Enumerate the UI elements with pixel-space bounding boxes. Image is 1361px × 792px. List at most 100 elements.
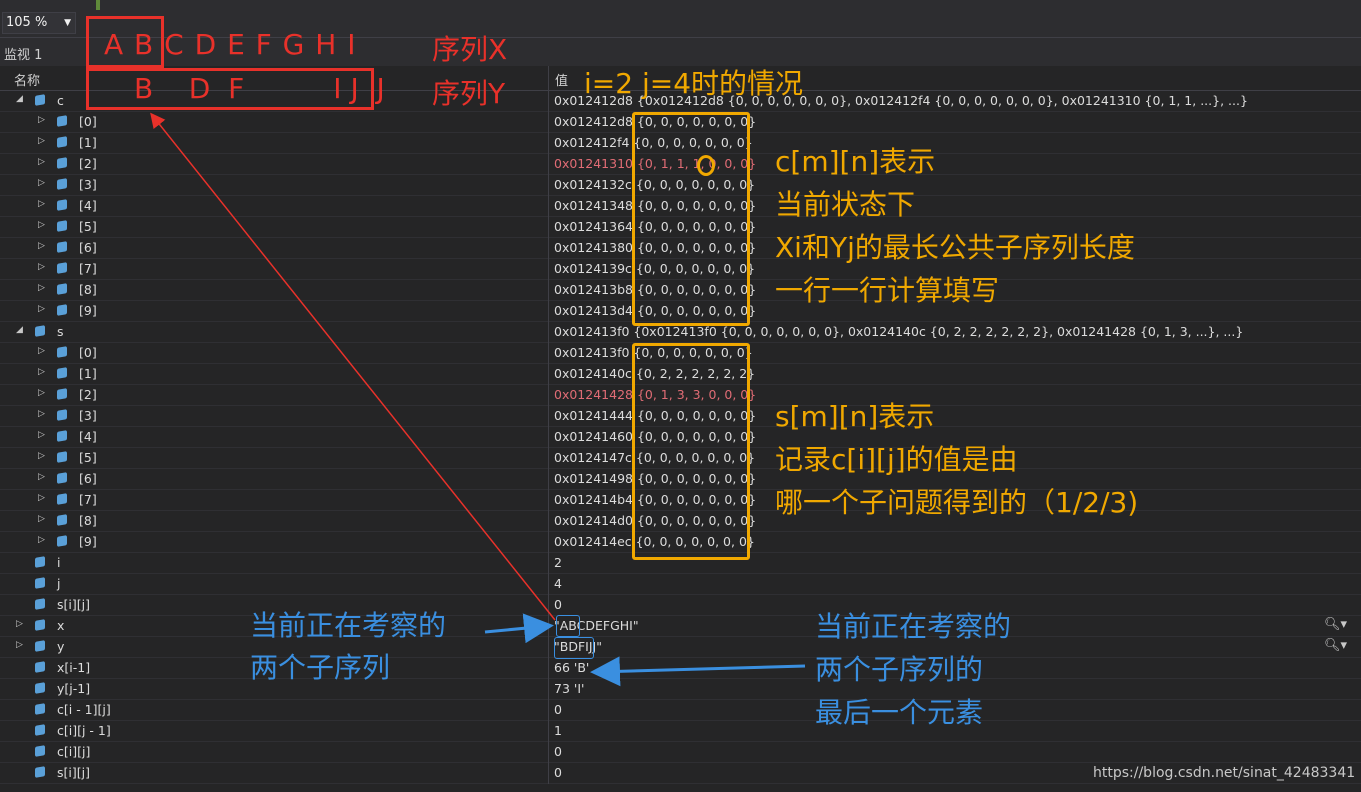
watch-row-value[interactable]: 0 xyxy=(554,597,562,612)
watch-row-name: [0] xyxy=(79,345,97,360)
collapse-icon[interactable]: ◢ xyxy=(16,325,23,335)
column-divider[interactable] xyxy=(548,66,549,90)
watch-row-name: [6] xyxy=(79,471,97,486)
current-cell-circle xyxy=(697,155,715,176)
expand-icon[interactable]: ▷ xyxy=(38,304,45,314)
row-divider xyxy=(548,763,549,784)
watch-row[interactable]: c[i - 1][j] 0 xyxy=(0,700,1361,721)
watch-row-value[interactable]: 0 xyxy=(554,702,562,717)
variable-icon xyxy=(35,598,45,610)
row-divider xyxy=(548,343,549,364)
row-divider xyxy=(548,364,549,385)
expand-icon[interactable]: ▷ xyxy=(38,220,45,230)
watch-row-name: x xyxy=(57,618,65,633)
row-divider xyxy=(548,427,549,448)
column-value-header[interactable]: 值 xyxy=(555,70,568,89)
watch-row[interactable]: s[i][j] 0 xyxy=(0,595,1361,616)
row-divider xyxy=(548,112,549,133)
row-divider xyxy=(548,175,549,196)
watch-row-value[interactable]: 1 xyxy=(554,723,562,738)
watch-row[interactable]: x[i-1] 66 'B' xyxy=(0,658,1361,679)
variable-icon xyxy=(57,535,67,547)
watch-row-name: s[i][j] xyxy=(57,765,90,780)
watch-row[interactable]: j4 xyxy=(0,574,1361,595)
row-divider xyxy=(548,385,549,406)
row-divider xyxy=(548,532,549,553)
watch-row-name: [4] xyxy=(79,429,97,444)
row-divider xyxy=(548,322,549,343)
row-divider xyxy=(548,637,549,658)
column-name-header[interactable]: 名称 xyxy=(14,70,40,89)
expand-icon[interactable]: ▷ xyxy=(38,472,45,482)
watch-row-value[interactable]: 0 xyxy=(554,744,562,759)
seq-y-label: 序列Y xyxy=(432,77,506,110)
watch-row[interactable]: c[i][j] 0 xyxy=(0,742,1361,763)
variable-icon xyxy=(57,220,67,232)
expand-icon[interactable]: ▷ xyxy=(38,178,45,188)
variable-icon xyxy=(57,199,67,211)
expand-icon[interactable]: ▷ xyxy=(38,493,45,503)
watch-row[interactable]: ▷ x "ABCDEFGHI" 🔍︎▾ xyxy=(0,616,1361,637)
visualizer-search-icon[interactable]: 🔍︎▾ xyxy=(1324,638,1347,653)
s-note: s[m][n]表示 记录c[i][j]的值是由 哪一个子问题得到的（1/2/3) xyxy=(775,395,1138,524)
variable-icon xyxy=(35,556,45,568)
row-divider xyxy=(548,280,549,301)
expand-icon[interactable]: ▷ xyxy=(38,157,45,167)
expand-icon[interactable]: ▷ xyxy=(16,619,23,629)
expand-icon[interactable]: ▷ xyxy=(38,535,45,545)
watch-row-name: [3] xyxy=(79,177,97,192)
watch-row[interactable]: ▷ y "BDFIJJ" 🔍︎▾ xyxy=(0,637,1361,658)
watch-row-name: [2] xyxy=(79,387,97,402)
watch-row-value[interactable]: 0x012413f0 {0x012413f0 {0, 0, 0, 0, 0, 0… xyxy=(554,324,1243,339)
watch-row-value[interactable]: 0 xyxy=(554,765,562,780)
watch-row-name: c[i - 1][j] xyxy=(57,702,111,717)
variable-icon xyxy=(57,262,67,274)
expand-icon[interactable]: ▷ xyxy=(38,241,45,251)
expand-icon[interactable]: ▷ xyxy=(38,346,45,356)
expand-icon[interactable]: ▷ xyxy=(38,367,45,377)
watch-row-name: [3] xyxy=(79,408,97,423)
watch-panel-title[interactable]: 监视 1 xyxy=(4,44,42,63)
visualizer-search-icon[interactable]: 🔍︎▾ xyxy=(1324,617,1347,632)
watch-row-value[interactable]: 73 'I' xyxy=(554,681,584,696)
expand-icon[interactable]: ▷ xyxy=(38,430,45,440)
chevron-down-icon: ▼ xyxy=(64,18,71,28)
expand-icon[interactable]: ▷ xyxy=(38,136,45,146)
row-divider xyxy=(548,301,549,322)
watch-row[interactable]: y[j-1] 73 'I' xyxy=(0,679,1361,700)
line-marker xyxy=(96,0,100,10)
variable-icon xyxy=(57,514,67,526)
c-note-line: c[m][n]表示 xyxy=(775,145,936,178)
expand-icon[interactable]: ▷ xyxy=(38,199,45,209)
expand-icon[interactable]: ▷ xyxy=(38,514,45,524)
collapse-icon[interactable]: ◢ xyxy=(16,94,23,104)
watch-row-value[interactable]: 66 'B' xyxy=(554,660,589,675)
variable-icon xyxy=(57,367,67,379)
watch-row-name: [7] xyxy=(79,261,97,276)
variable-icon xyxy=(57,304,67,316)
y-value-highlight xyxy=(554,637,594,659)
watch-row-value[interactable]: 4 xyxy=(554,576,562,591)
expand-icon[interactable]: ▷ xyxy=(38,388,45,398)
expand-icon[interactable]: ▷ xyxy=(38,451,45,461)
expand-icon[interactable]: ▷ xyxy=(38,262,45,272)
watch-row-name: i xyxy=(57,555,61,570)
variable-icon xyxy=(57,241,67,253)
watch-row-value[interactable]: 2 xyxy=(554,555,562,570)
expand-icon[interactable]: ▷ xyxy=(38,409,45,419)
right-blue-note: 当前正在考察的 两个子序列的 最后一个元素 xyxy=(815,605,1011,734)
variable-icon xyxy=(57,493,67,505)
zoom-value: 105 % xyxy=(6,15,48,30)
watch-row-name: [2] xyxy=(79,156,97,171)
watch-row-name: y xyxy=(57,639,65,654)
expand-icon[interactable]: ▷ xyxy=(16,640,23,650)
zoom-dropdown[interactable]: 105 % ▼ xyxy=(2,12,76,34)
seq-x-label: 序列X xyxy=(432,33,508,66)
expand-icon[interactable]: ▷ xyxy=(38,283,45,293)
variable-icon xyxy=(57,430,67,442)
row-divider xyxy=(548,574,549,595)
watch-row[interactable]: c[i][j - 1] 1 xyxy=(0,721,1361,742)
watch-row-name: s xyxy=(57,324,64,339)
expand-icon[interactable]: ▷ xyxy=(38,115,45,125)
state-note: i=2 j=4时的情况 xyxy=(584,67,804,100)
